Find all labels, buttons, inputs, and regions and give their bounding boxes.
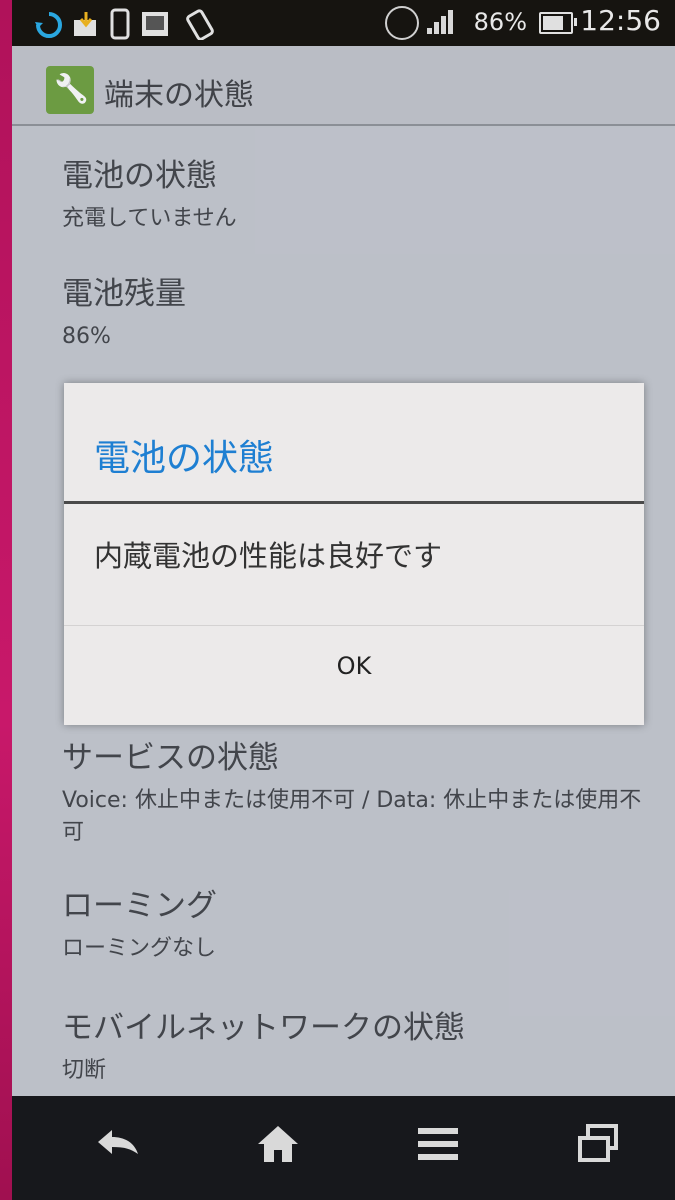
battery-percent: 86%: [473, 8, 527, 36]
home-icon[interactable]: [238, 1114, 318, 1174]
battery-status-dialog: 電池の状態 内蔵電池の性能は良好です OK: [64, 383, 644, 725]
nfc-icon: [385, 6, 419, 40]
gallery-icon: [142, 12, 168, 36]
rotate-icon: [186, 9, 214, 40]
back-icon[interactable]: [78, 1114, 158, 1174]
screen: 86% 12:56 端末の状態 電池の状態 充電していません 電池残量 86% …: [12, 0, 675, 1200]
phone-icon: [110, 8, 130, 40]
dialog-message: 内蔵電池の性能は良好です: [94, 539, 443, 573]
device-bezel: [0, 0, 12, 1200]
ok-button[interactable]: OK: [64, 626, 644, 725]
dialog-title-divider: [64, 501, 644, 504]
status-bar: 86% 12:56: [12, 0, 675, 46]
download-icon: [74, 12, 96, 36]
navigation-bar: [12, 1096, 675, 1200]
sync-icon: [35, 12, 62, 38]
battery-icon: [539, 12, 577, 34]
signal-icon: [427, 10, 457, 34]
recent-apps-icon[interactable]: [558, 1114, 638, 1174]
clock: 12:56: [580, 4, 661, 37]
phone: 86% 12:56 端末の状態 電池の状態 充電していません 電池残量 86% …: [0, 0, 675, 1200]
dialog-title: 電池の状態: [94, 438, 275, 479]
menu-icon[interactable]: [398, 1114, 478, 1174]
